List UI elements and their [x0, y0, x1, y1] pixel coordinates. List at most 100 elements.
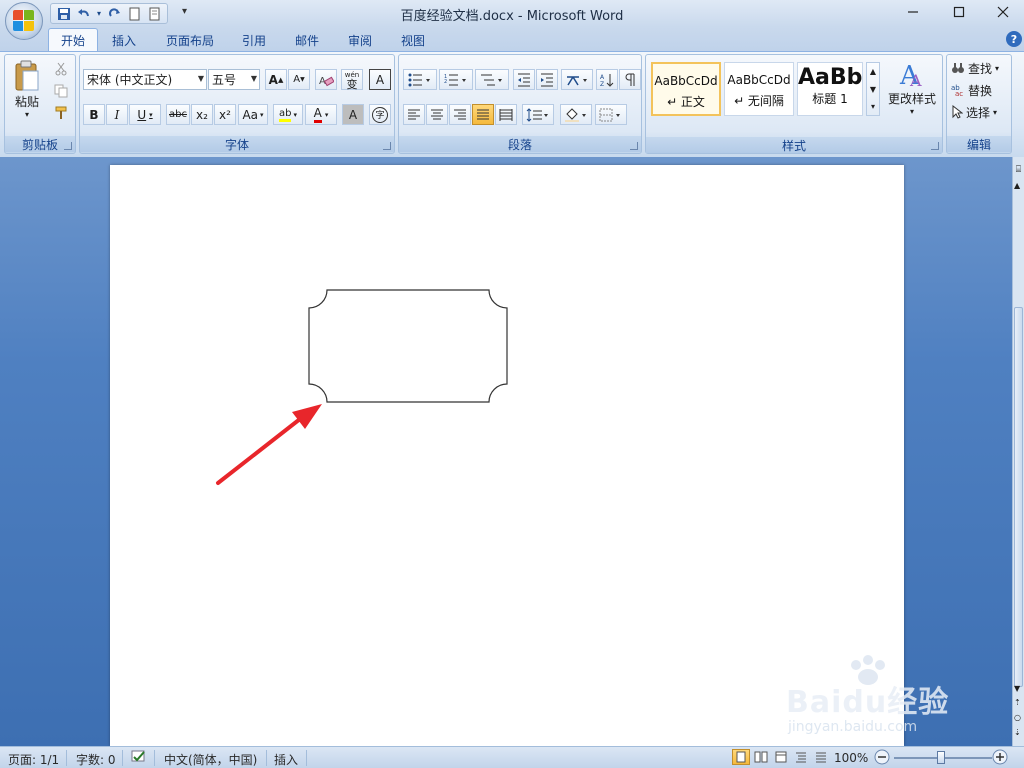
status-insert-mode[interactable]: 插入: [274, 751, 298, 768]
increase-indent-button[interactable]: [536, 69, 558, 90]
chinese-layout-button[interactable]: [561, 69, 593, 90]
font-name-select[interactable]: 宋体 (中文正文) ▼: [83, 69, 207, 90]
ruler-toggle-icon[interactable]: ⌸: [1014, 165, 1023, 177]
bold-button[interactable]: B: [83, 104, 105, 125]
office-button[interactable]: [5, 2, 43, 40]
status-language[interactable]: 中文(简体，中国): [164, 751, 257, 768]
cut-icon[interactable]: [51, 59, 71, 79]
print-layout-icon[interactable]: [732, 749, 750, 765]
tab-references[interactable]: 引用: [230, 28, 278, 52]
previous-page-icon[interactable]: ⇡: [1014, 698, 1021, 707]
character-border-button[interactable]: A: [369, 69, 391, 90]
bullets-button[interactable]: [403, 69, 437, 90]
copy-icon[interactable]: [51, 81, 71, 101]
line-spacing-button[interactable]: [522, 104, 554, 125]
select-button[interactable]: 选择 ▾: [951, 102, 997, 122]
scroll-down-icon[interactable]: ▼: [1014, 684, 1020, 693]
align-right-button[interactable]: [449, 104, 471, 125]
help-icon[interactable]: ?: [1006, 31, 1022, 47]
superscript-button[interactable]: x²: [214, 104, 236, 125]
tab-review[interactable]: 审阅: [336, 28, 384, 52]
full-screen-reading-icon[interactable]: [752, 749, 770, 765]
align-left-button[interactable]: [403, 104, 425, 125]
font-launcher-icon[interactable]: [383, 142, 391, 150]
multilevel-list-button[interactable]: [475, 69, 509, 90]
font-size-value: 五号: [212, 73, 237, 87]
tab-view[interactable]: 视图: [389, 28, 437, 52]
zoom-level[interactable]: 100%: [834, 751, 868, 765]
style-normal[interactable]: AaBbCcDd ↵ 正文: [651, 62, 721, 116]
tab-home[interactable]: 开始: [48, 28, 99, 52]
justify-button[interactable]: [472, 104, 494, 125]
character-shading-button[interactable]: A: [342, 104, 364, 125]
strikethrough-button[interactable]: abc: [166, 104, 190, 125]
gallery-down-icon[interactable]: ▼: [867, 81, 879, 99]
justify-icon: [477, 109, 489, 119]
subscript-button[interactable]: x₂: [191, 104, 213, 125]
change-styles-button[interactable]: AA 更改样式 ▾: [884, 58, 940, 130]
maximize-button[interactable]: [936, 0, 982, 24]
phonetic-guide-button[interactable]: wén 变: [341, 69, 363, 90]
show-formatting-marks-button[interactable]: [619, 69, 641, 90]
vertical-scrollbar[interactable]: ⌸ ▲ ▼ ⇡ ○ ⇣: [1012, 157, 1024, 746]
style-no-spacing[interactable]: AaBbCcDd ↵ 无间隔: [724, 62, 794, 116]
scroll-thumb[interactable]: [1014, 307, 1023, 687]
gallery-more-icon[interactable]: ▾: [867, 99, 879, 115]
outline-view-icon[interactable]: [792, 749, 810, 765]
plaque-shape[interactable]: [308, 289, 508, 403]
minimize-button[interactable]: [890, 0, 936, 24]
close-button[interactable]: [980, 0, 1024, 24]
style-no-spacing-name: ↵ 无间隔: [734, 94, 784, 108]
replace-button[interactable]: ab ac 替换: [951, 80, 992, 100]
change-case-button[interactable]: Aa ▾: [238, 104, 268, 125]
status-page[interactable]: 页面: 1/1: [8, 751, 59, 768]
styles-launcher-icon[interactable]: [931, 142, 939, 150]
borders-button[interactable]: [595, 104, 627, 125]
status-separator: [306, 750, 307, 766]
scroll-up-icon[interactable]: ▲: [1014, 181, 1020, 190]
borders-icon: [599, 108, 620, 121]
grow-font-button[interactable]: A ▲: [265, 69, 287, 90]
tab-insert[interactable]: 插入: [100, 28, 148, 52]
zoom-in-icon[interactable]: [992, 749, 1008, 768]
browse-object-icon[interactable]: ○: [1014, 713, 1021, 722]
web-layout-icon[interactable]: [772, 749, 790, 765]
draft-view-icon[interactable]: [812, 749, 830, 765]
paste-label: 粘贴: [14, 95, 39, 109]
replace-label: 替换: [968, 83, 993, 98]
baidu-watermark: Baidu经验 jingyan.baidu.com: [786, 655, 976, 745]
highlight-label: ab: [279, 108, 292, 122]
find-button[interactable]: 查找 ▾: [951, 58, 999, 78]
clipboard-launcher-icon[interactable]: [64, 142, 72, 150]
decrease-indent-button[interactable]: [513, 69, 535, 90]
spelling-check-icon[interactable]: [130, 749, 148, 768]
paragraph-mark-icon: [625, 73, 635, 86]
underline-button[interactable]: U ▾: [129, 104, 161, 125]
enclose-characters-button[interactable]: 字: [369, 104, 391, 125]
tab-mailings[interactable]: 邮件: [283, 28, 331, 52]
numbering-icon: 12: [444, 74, 466, 85]
next-page-icon[interactable]: ⇣: [1014, 728, 1021, 737]
clear-format-button[interactable]: A: [315, 69, 337, 90]
numbering-button[interactable]: 12: [439, 69, 473, 90]
paste-button[interactable]: 粘贴 ▾: [9, 57, 45, 121]
font-color-button[interactable]: A ▾: [305, 104, 337, 125]
zoom-slider-thumb[interactable]: [937, 751, 945, 764]
shading-button[interactable]: [560, 104, 592, 125]
font-size-select[interactable]: 五号 ▼: [208, 69, 260, 90]
style-heading-1[interactable]: AaBb 标题 1: [797, 62, 863, 116]
status-word-count[interactable]: 字数: 0: [76, 751, 116, 768]
format-painter-icon[interactable]: [51, 103, 71, 123]
italic-button[interactable]: I: [106, 104, 128, 125]
tab-page-layout[interactable]: 页面布局: [154, 28, 226, 52]
highlight-button[interactable]: ab ▾: [273, 104, 303, 125]
align-center-button[interactable]: [426, 104, 448, 125]
sort-button[interactable]: AZ: [596, 69, 618, 90]
styles-gallery-scroll[interactable]: ▲ ▼ ▾: [866, 62, 880, 116]
shrink-font-button[interactable]: A ▼: [288, 69, 310, 90]
paragraph-launcher-icon[interactable]: [630, 142, 638, 150]
distribute-button[interactable]: [495, 104, 517, 125]
zoom-out-icon[interactable]: [874, 749, 890, 768]
gallery-up-icon[interactable]: ▲: [867, 63, 879, 81]
italic-label: I: [114, 107, 120, 122]
